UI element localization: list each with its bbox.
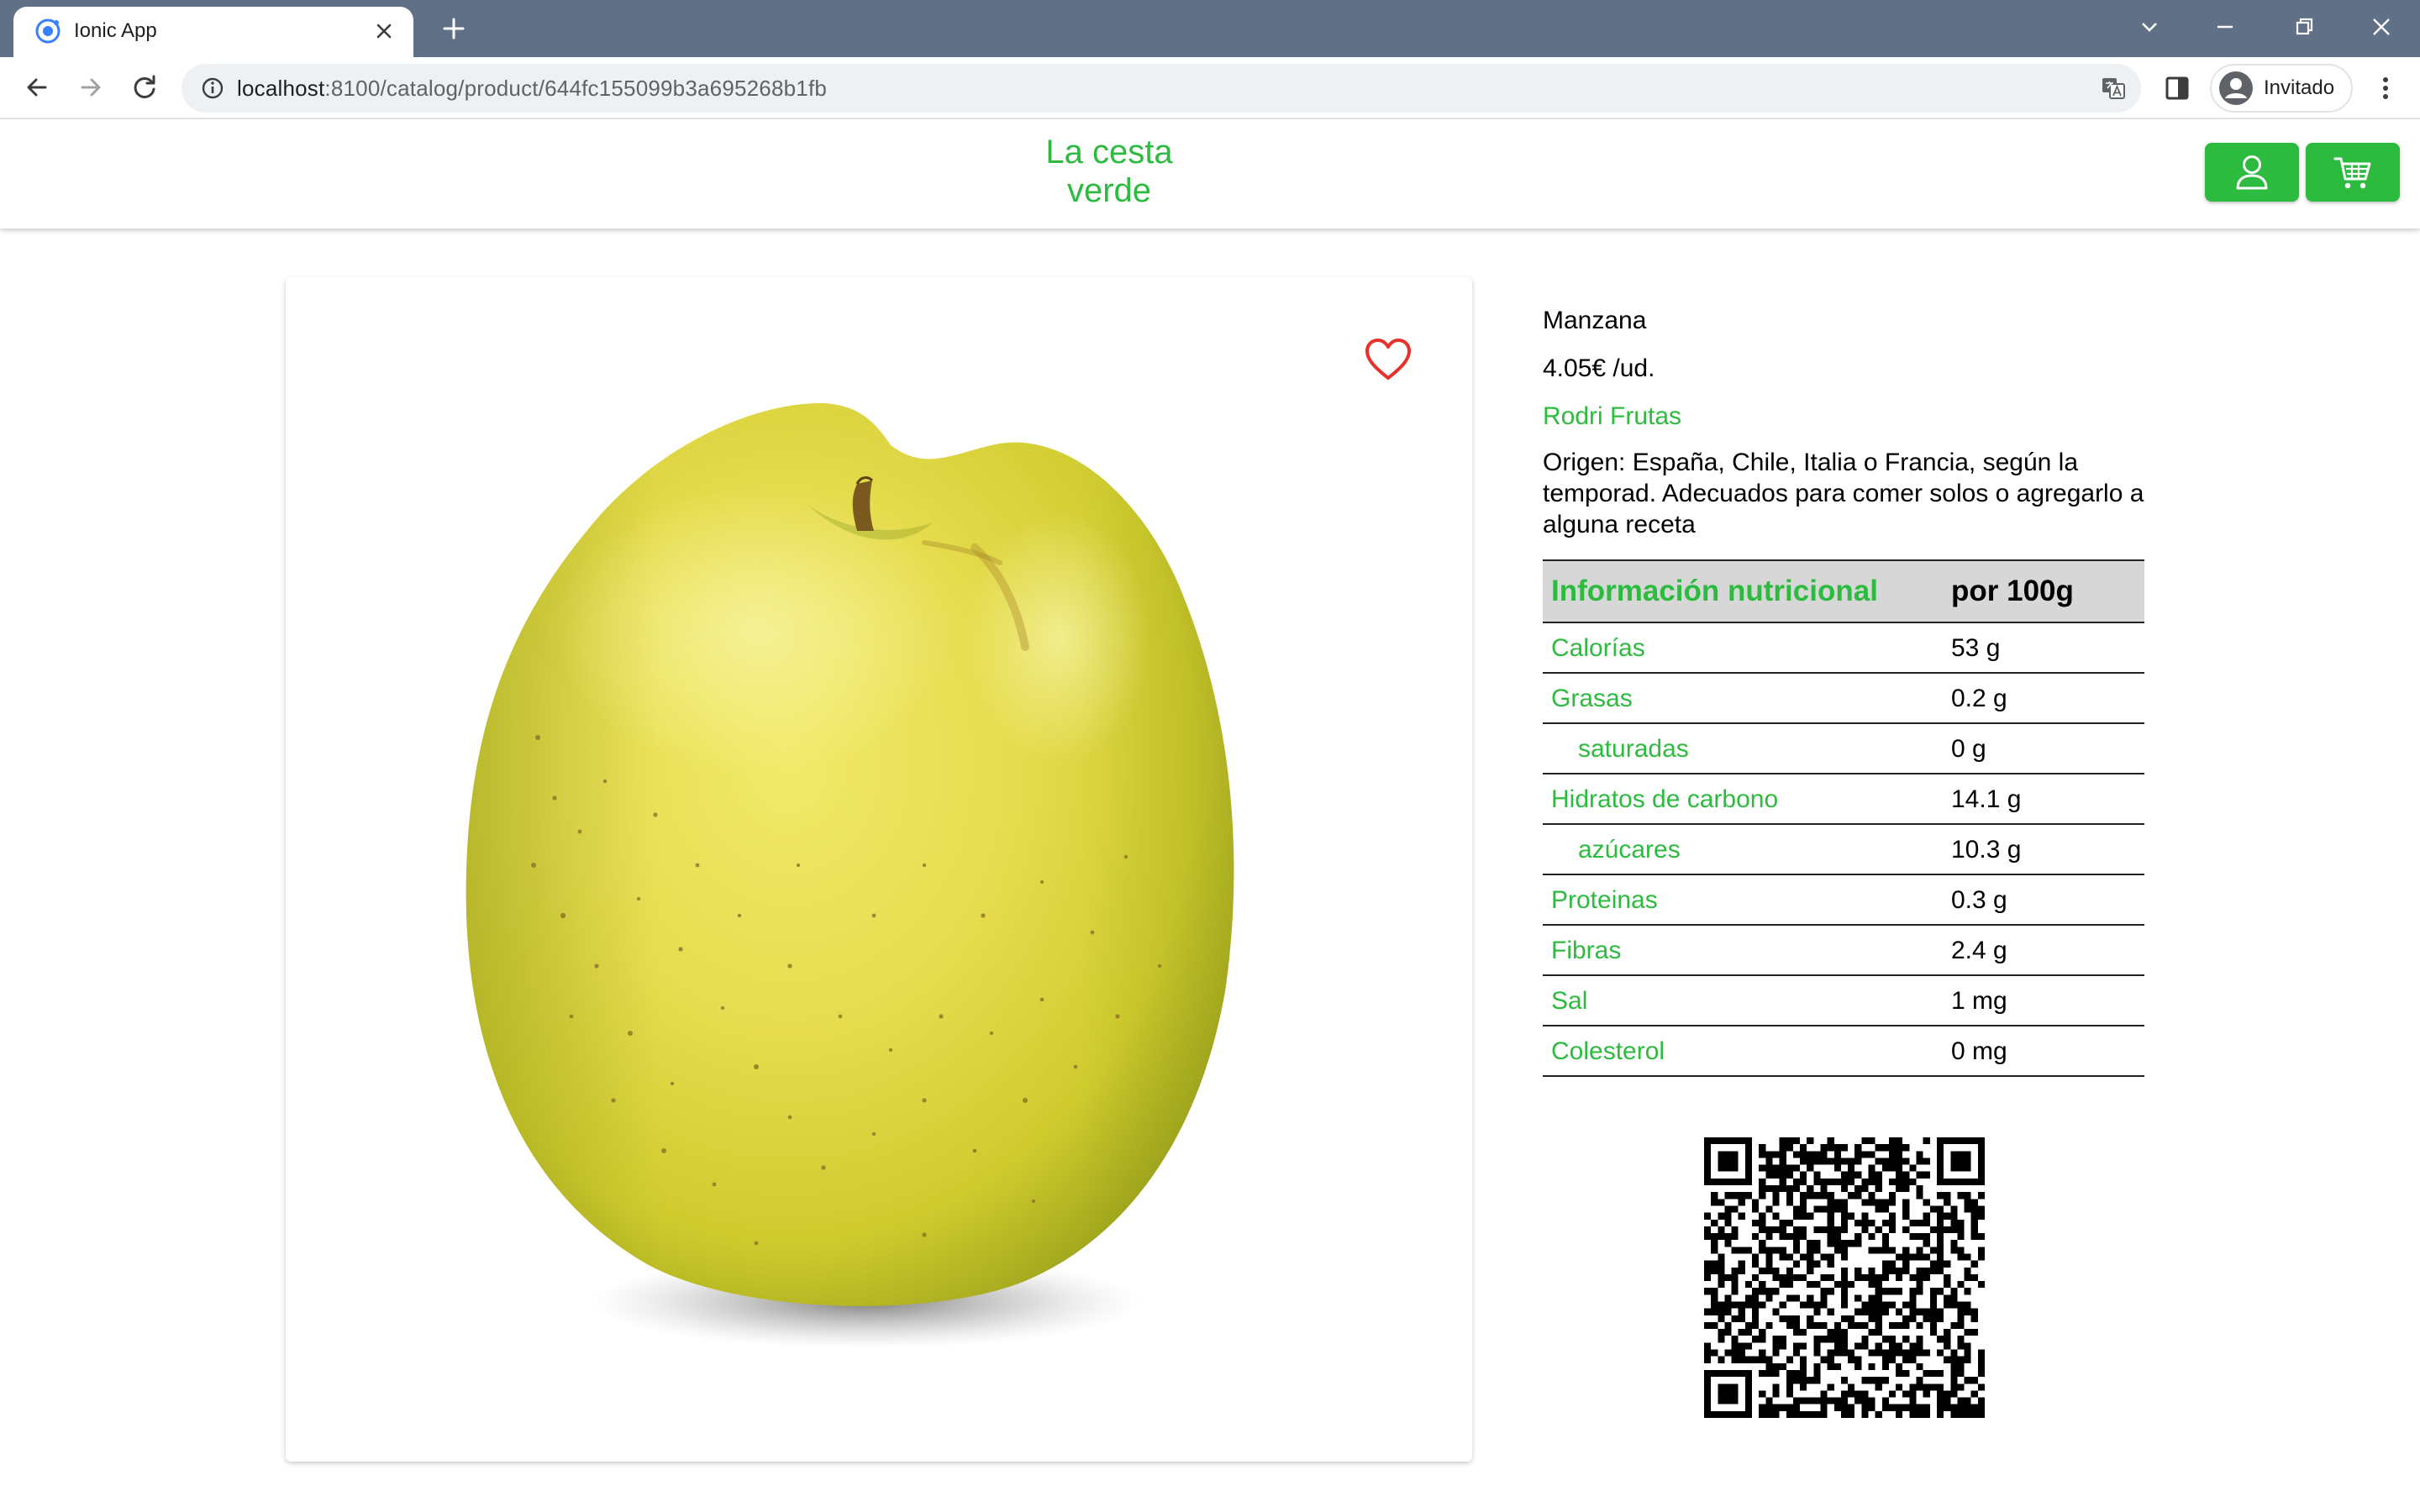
nutrition-row-value: 0 g: [1943, 723, 2144, 774]
profile-button[interactable]: Invitado: [2210, 64, 2353, 113]
forward-arrow-icon[interactable]: [72, 69, 109, 106]
nutrition-row-label: azúcares: [1543, 824, 1943, 875]
nutrition-row-value: 2.4 g: [1943, 925, 2144, 976]
product-seller-link[interactable]: Rodri Frutas: [1543, 398, 1681, 435]
guest-avatar-icon: [2219, 71, 2253, 105]
nutrition-row: Calorías 53 g: [1543, 622, 2144, 674]
nutrition-row-value: 14.1 g: [1943, 774, 2144, 825]
nutrition-header-value: por 100g: [1943, 559, 2144, 623]
nutrition-header-row: Información nutricional por 100g: [1543, 559, 2144, 623]
profile-label: Invitado: [2264, 76, 2335, 99]
back-arrow-icon[interactable]: [18, 69, 55, 106]
product-description: Origen: España, Chile, Italia o Francia,…: [1543, 449, 2144, 538]
nutrition-row-label: Colesterol: [1543, 1026, 1943, 1077]
nutrition-row-label: Calorías: [1543, 622, 1943, 674]
nutrition-row-value: 0 mg: [1943, 1026, 2144, 1077]
reload-icon[interactable]: [126, 69, 163, 106]
minimize-icon[interactable]: [2207, 8, 2244, 45]
cart-button[interactable]: [2306, 143, 2400, 202]
nutrition-row-label: saturadas: [1543, 723, 1943, 774]
url-host: localhost: [237, 76, 325, 101]
nutrition-row-value: 53 g: [1943, 622, 2144, 674]
nutrition-row: Proteinas 0.3 g: [1543, 874, 2144, 926]
close-window-icon[interactable]: [2363, 8, 2400, 45]
nutrition-row-value: 10.3 g: [1943, 824, 2144, 875]
address-bar[interactable]: localhost:8100/catalog/product/644fc1550…: [182, 64, 2141, 113]
app-title[interactable]: La cesta verde: [983, 133, 1235, 210]
app-header: La cesta verde: [0, 119, 2420, 228]
nutrition-row: saturadas 0 g: [1543, 723, 2144, 774]
ionic-logo-icon: [35, 18, 60, 44]
side-panel-icon[interactable]: [2160, 71, 2195, 106]
nutrition-table: Información nutricional por 100g Caloría…: [1543, 559, 2144, 1077]
nutrition-row: Fibras 2.4 g: [1543, 925, 2144, 976]
nutrition-row: Sal 1 mg: [1543, 975, 2144, 1026]
nutrition-row: Hidratos de carbono 14.1 g: [1543, 774, 2144, 825]
tab-title: Ionic App: [74, 19, 157, 42]
new-tab-icon[interactable]: [437, 12, 471, 45]
cart-icon: [2333, 157, 2371, 189]
nutrition-row-value: 0.3 g: [1943, 874, 2144, 926]
nutrition-row-value: 0.2 g: [1943, 673, 2144, 724]
nutrition-row-label: Fibras: [1543, 925, 1943, 976]
browser-toolbar: localhost:8100/catalog/product/644fc1550…: [0, 57, 2420, 119]
qr-code: [1704, 1137, 1985, 1418]
nutrition-row-value: 1 mg: [1943, 975, 2144, 1026]
person-icon: [2236, 155, 2268, 190]
nutrition-row: Grasas 0.2 g: [1543, 673, 2144, 724]
nutrition-row-label: Sal: [1543, 975, 1943, 1026]
product-price: 4.05€ /ud.: [1543, 354, 1655, 382]
browser-tab[interactable]: Ionic App: [13, 7, 413, 57]
nutrition-row-label: Grasas: [1543, 673, 1943, 724]
browser-tabstrip: Ionic App: [0, 0, 2420, 57]
product-image: [466, 402, 1234, 1349]
url-text: localhost:8100/catalog/product/644fc1550…: [237, 64, 827, 113]
close-tab-icon[interactable]: [370, 17, 398, 45]
browser-menu-icon[interactable]: [2368, 71, 2403, 106]
url-path: :8100/catalog/product/644fc155099b3a6952…: [324, 76, 828, 101]
site-info-icon[interactable]: [198, 74, 227, 102]
nutrition-row-label: Hidratos de carbono: [1543, 774, 1943, 825]
user-account-button[interactable]: [2205, 143, 2299, 202]
nutrition-row: Colesterol 0 mg: [1543, 1026, 2144, 1077]
nutrition-row: azúcares 10.3 g: [1543, 824, 2144, 875]
nutrition-header-label: Información nutricional: [1543, 559, 1943, 623]
product-name: Manzana: [1543, 307, 1647, 334]
product-image-card: [286, 277, 1472, 1462]
nutrition-row-label: Proteinas: [1543, 874, 1943, 926]
tab-search-chevron-icon[interactable]: [2131, 8, 2168, 45]
restore-icon[interactable]: [2286, 8, 2323, 45]
translate-icon[interactable]: [2099, 74, 2128, 102]
heart-outline-icon[interactable]: [1363, 336, 1413, 383]
